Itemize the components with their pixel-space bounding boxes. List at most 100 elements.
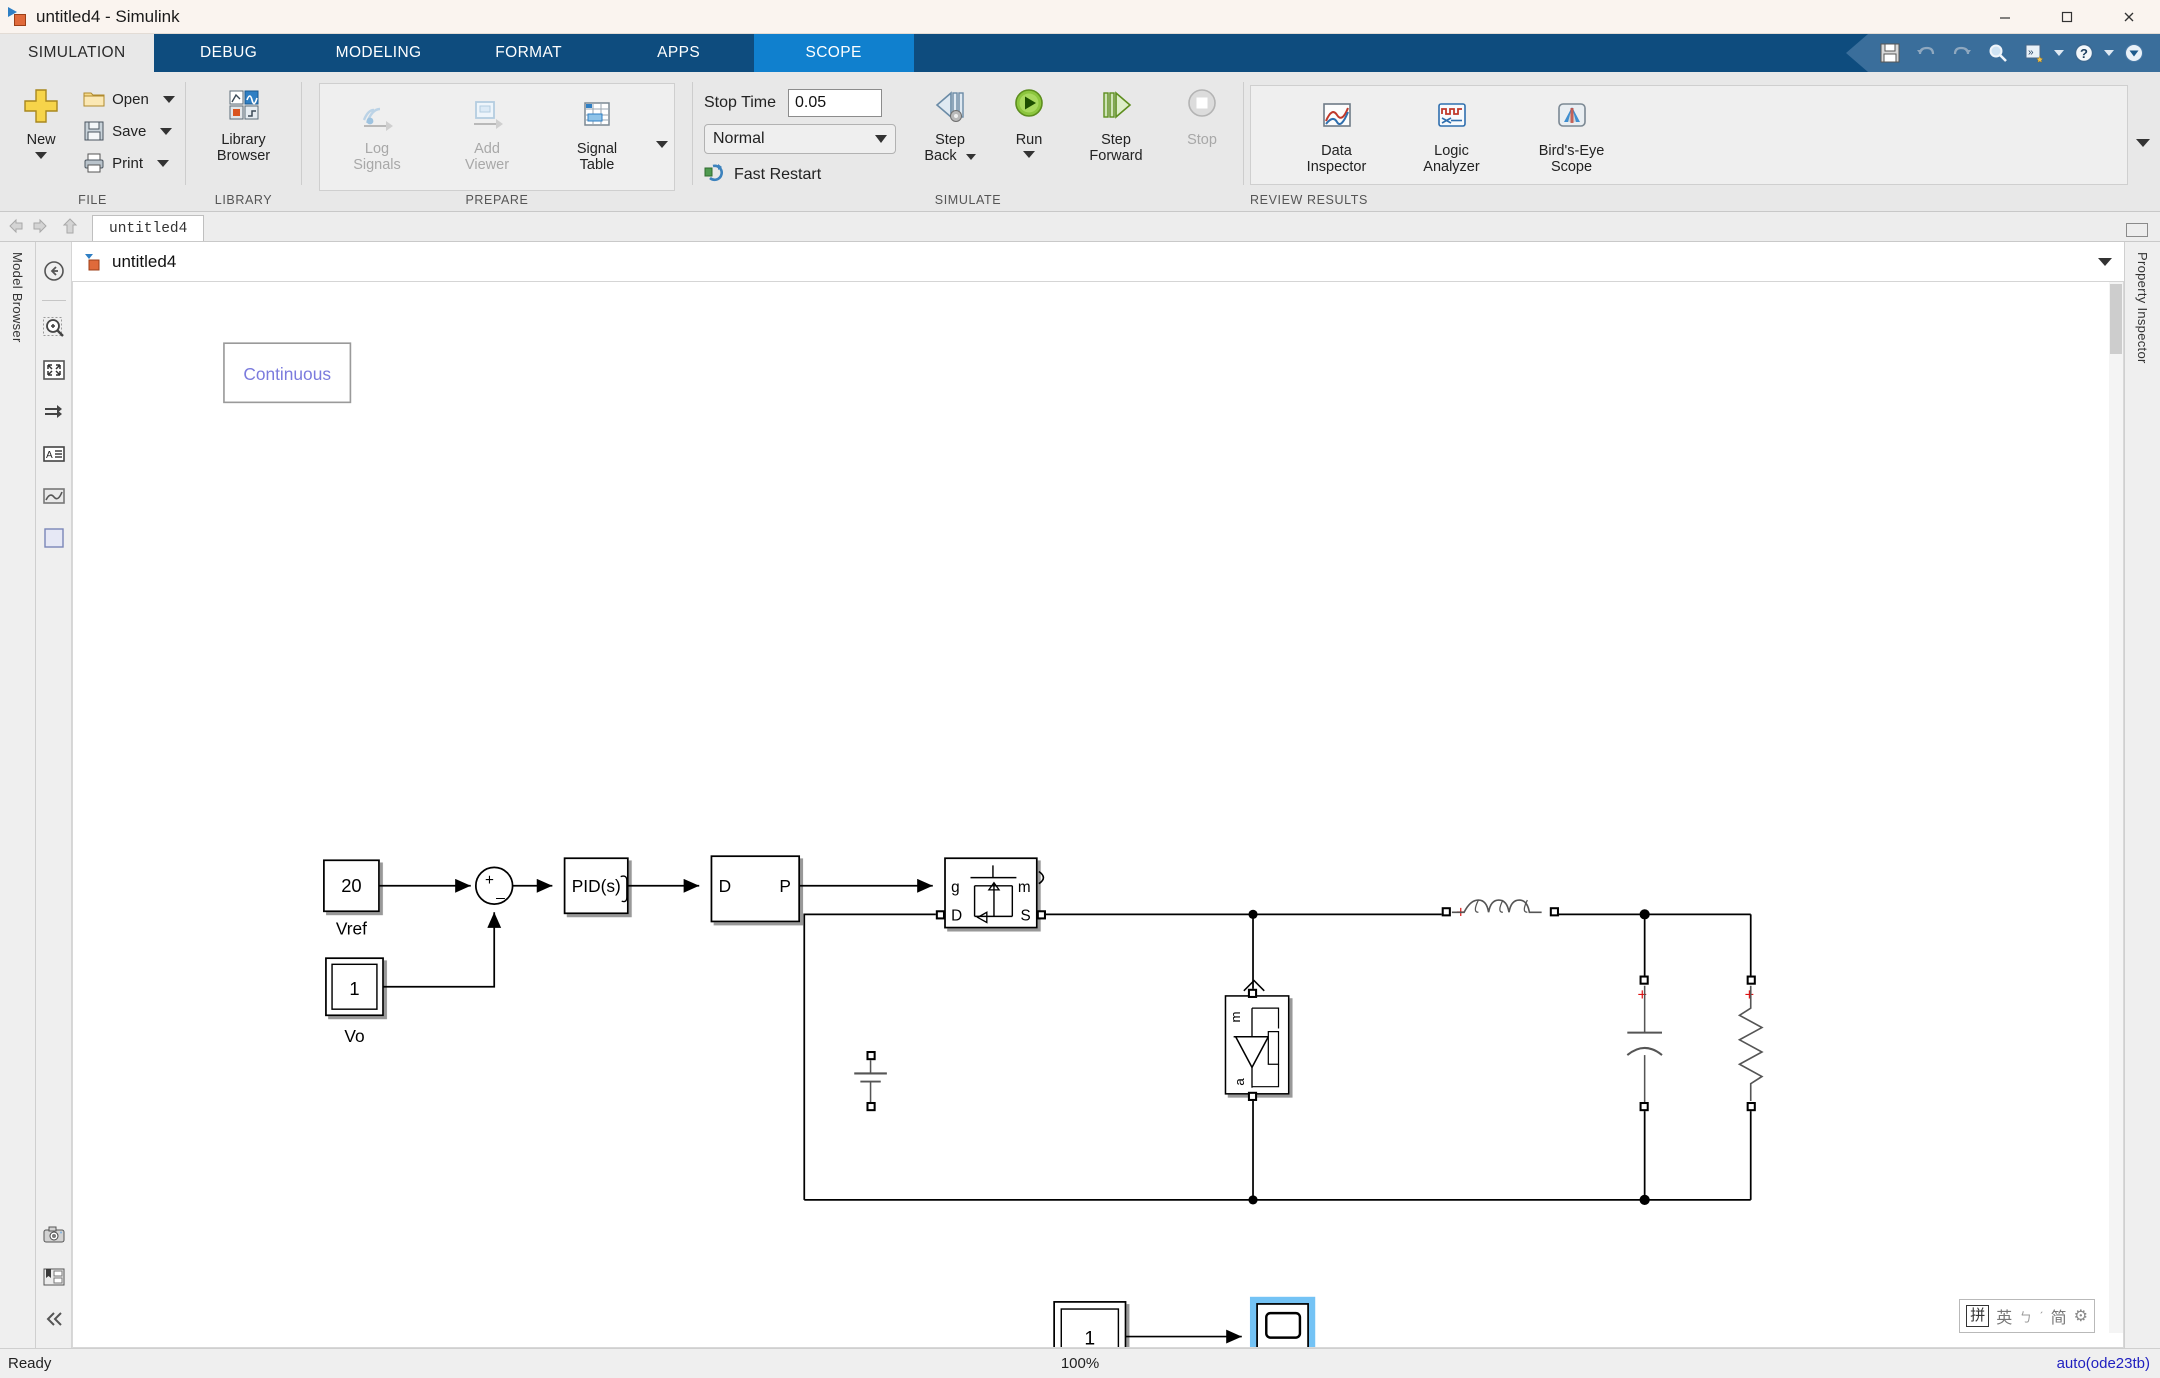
new-button[interactable]: New (10, 81, 72, 159)
ime-lang-icon[interactable]: 英 (1996, 1304, 2012, 1328)
block-diode[interactable]: m a (1224, 979, 1290, 1101)
block-pid[interactable]: PID(s) (563, 857, 629, 915)
model-canvas[interactable]: Continuous 20 Vref 1 Vo + _ PID(s) D P g… (72, 282, 2124, 1348)
print-caret-icon[interactable] (156, 159, 169, 167)
shortcuts-icon[interactable]: » (2019, 38, 2049, 68)
block-inductor[interactable]: + (1441, 899, 1559, 921)
stop-time-input[interactable] (788, 89, 883, 117)
block-sum[interactable]: + _ (474, 866, 514, 906)
ime-simplified-icon[interactable]: 简 (2051, 1304, 2067, 1328)
ribbon-expand-caret-icon[interactable] (2134, 134, 2152, 152)
tab-simulation[interactable]: SIMULATION (0, 34, 154, 72)
undo-icon[interactable] (1911, 38, 1941, 68)
block-vref[interactable]: 20 Vref (323, 859, 380, 939)
camera-icon[interactable] (41, 1222, 67, 1248)
open-caret-icon[interactable] (162, 95, 175, 103)
step-back-button[interactable]: Step Back (908, 81, 992, 164)
block-vo[interactable]: 1 Vo (325, 957, 384, 1046)
new-caret-icon[interactable] (35, 152, 48, 159)
run-button[interactable]: Run (992, 81, 1066, 158)
help-icon[interactable]: ? (2069, 38, 2099, 68)
step-forward-button[interactable]: Step Forward (1066, 81, 1166, 164)
breadcrumb-tab-untitled4[interactable]: untitled4 (92, 215, 205, 241)
log-signals-label-line2: Signals (353, 157, 401, 173)
print-button[interactable]: Print (82, 147, 175, 179)
up-arrow-icon[interactable] (56, 213, 84, 239)
redo-icon[interactable] (1947, 38, 1977, 68)
ime-key-icon[interactable]: ㄅ (2019, 1307, 2032, 1326)
model-layout-icon[interactable] (2126, 223, 2148, 237)
block-ground[interactable] (854, 1050, 887, 1112)
zoom-in-icon[interactable] (41, 315, 67, 341)
help-caret-icon[interactable] (2102, 38, 2116, 68)
block-mosfet[interactable]: g m D S (935, 857, 1046, 929)
quick-access-toolbar: » ? (1846, 34, 2160, 72)
status-zoom-level[interactable]: 100% (1061, 1355, 1099, 1372)
block-resistor[interactable]: + (1737, 975, 1764, 1112)
library-browser-label-line1: Library (221, 132, 266, 148)
review-results-panel: Data Inspector Logic Analyzer Bird's-Eye… (1250, 85, 2128, 185)
tab-format[interactable]: FORMAT (454, 34, 604, 72)
ime-mode-icon[interactable]: 拼 (1966, 1305, 1990, 1327)
open-button[interactable]: Open (82, 83, 175, 115)
close-button[interactable] (2098, 0, 2160, 34)
ime-settings-icon[interactable]: ⚙ (2074, 1306, 2088, 1326)
prepare-more-caret-icon[interactable] (652, 90, 672, 198)
maximize-button[interactable] (2036, 0, 2098, 34)
simulation-mode-value: Normal (713, 130, 765, 147)
canvas-tool-palette: A (36, 242, 72, 1348)
canvas-scrollbar[interactable] (2109, 282, 2123, 1333)
signal-table-button[interactable]: Signal Table (542, 90, 652, 173)
back-icon[interactable] (41, 258, 67, 284)
save-caret-icon[interactable] (160, 127, 173, 135)
property-inspector-panel[interactable]: Property Inspector (2124, 242, 2160, 1348)
simulation-mode-select[interactable]: Normal (704, 124, 896, 154)
fast-restart-label: Fast Restart (734, 165, 822, 183)
data-inspector-button[interactable]: Data Inspector (1279, 92, 1394, 175)
model-browser-panel[interactable]: Model Browser (0, 242, 36, 1348)
logic-analyzer-button[interactable]: Logic Analyzer (1394, 92, 1509, 175)
library-browser-button[interactable]: Library Browser (198, 81, 290, 164)
block-scope[interactable]: Scope (1249, 1296, 1316, 1348)
step-back-icon (929, 85, 971, 127)
save-icon[interactable] (1875, 38, 1905, 68)
save-button[interactable]: Save (82, 115, 175, 147)
tab-debug[interactable]: DEBUG (154, 34, 304, 72)
svg-text:?: ? (2080, 46, 2088, 61)
area-icon[interactable] (41, 525, 67, 551)
ime-punct-icon[interactable]: ˊ (2039, 1309, 2043, 1324)
tab-apps[interactable]: APPS (604, 34, 754, 72)
fit-to-view-icon[interactable] (41, 357, 67, 383)
birds-eye-scope-button[interactable]: Bird's-Eye Scope (1509, 92, 1634, 175)
block-goto[interactable]: 1 (1053, 1301, 1127, 1348)
collapse-icon[interactable] (41, 1306, 67, 1332)
tab-modeling[interactable]: MODELING (304, 34, 454, 72)
chevron-down-icon[interactable] (2098, 257, 2112, 266)
canvas-scrollbar-thumb[interactable] (2110, 284, 2122, 354)
signal-routing-icon[interactable] (41, 399, 67, 425)
collapse-ribbon-icon[interactable] (2119, 38, 2149, 68)
block-continuous[interactable]: Continuous (223, 342, 352, 404)
ime-status-bar[interactable]: 拼 英 ㄅ ˊ 简 ⚙ (1959, 1299, 2095, 1333)
add-viewer-button: Add Viewer (432, 90, 542, 173)
status-solver[interactable]: auto(ode23tb) (2057, 1355, 2150, 1372)
block-pwm-subsystem[interactable]: D P (710, 855, 801, 923)
block-capacitor[interactable]: + (1626, 975, 1663, 1112)
search-icon[interactable] (1983, 38, 2013, 68)
back-arrow-icon[interactable] (0, 213, 28, 239)
svg-text:D: D (951, 907, 962, 924)
forward-arrow-icon[interactable] (28, 213, 56, 239)
minimize-button[interactable] (1974, 0, 2036, 34)
svg-text:Vo: Vo (344, 1026, 364, 1046)
image-icon[interactable] (41, 483, 67, 509)
step-back-caret-icon[interactable] (965, 154, 976, 160)
viewmarks-icon[interactable] (41, 1264, 67, 1290)
step-back-label-line2: Back (924, 148, 957, 164)
svg-text:m: m (1018, 879, 1031, 896)
fast-restart-toggle[interactable]: Fast Restart (704, 162, 908, 187)
tab-scope[interactable]: SCOPE (753, 34, 914, 72)
block-diagram[interactable]: Continuous 20 Vref 1 Vo + _ PID(s) D P g… (73, 282, 2123, 1348)
run-caret-icon[interactable] (1023, 151, 1035, 158)
shortcuts-caret-icon[interactable] (2052, 38, 2066, 68)
annotation-icon[interactable]: A (41, 441, 67, 467)
